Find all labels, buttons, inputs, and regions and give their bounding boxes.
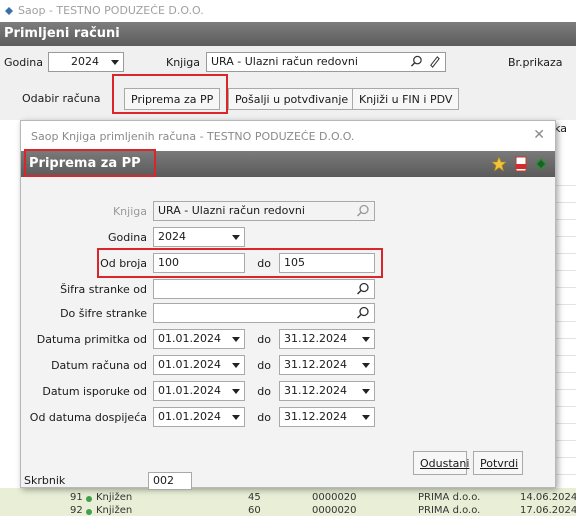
dat-primitka-do-select[interactable]: 31.12.2024 bbox=[279, 329, 375, 349]
godina-label: Godina bbox=[107, 231, 147, 244]
knjizi-button[interactable]: Knjiži u FIN i PDV bbox=[352, 88, 460, 110]
window-title-text: Saop - TESTNO PODUZEĆE D.O.O. bbox=[18, 4, 204, 17]
dat-dospijeca-do-select[interactable]: 31.12.2024 bbox=[279, 407, 375, 427]
cell-date: 14.06.2024 bbox=[520, 492, 576, 503]
skrbnik-input[interactable]: 002 bbox=[148, 472, 192, 490]
knjiga-value: URA - Ulazni račun redovni bbox=[211, 55, 358, 68]
status-dot-icon bbox=[86, 509, 92, 515]
do-label: do bbox=[257, 385, 271, 398]
date-from-value: 01.01.2024 bbox=[158, 410, 221, 423]
dat-isporuke-do-select[interactable]: 31.12.2024 bbox=[279, 381, 375, 401]
table-row[interactable]: 92 Knjižen 60 0000020 PRIMA d.o.o. 17.06.2024 bbox=[0, 505, 576, 519]
chevron-down-icon bbox=[232, 415, 240, 420]
page-title: Primljeni računi bbox=[0, 22, 576, 46]
chevron-down-icon bbox=[232, 337, 240, 342]
search-icon[interactable] bbox=[356, 282, 370, 296]
do-label: do bbox=[257, 411, 271, 424]
odustani-label: Odustani bbox=[420, 457, 470, 470]
dat-racuna-do-select[interactable]: 31.12.2024 bbox=[279, 355, 375, 375]
cell-c3: PRIMA d.o.o. bbox=[418, 505, 481, 516]
chevron-down-icon bbox=[362, 389, 370, 394]
godina-value: 2024 bbox=[158, 230, 186, 243]
pencil-icon[interactable] bbox=[428, 55, 441, 68]
godina-value: 2024 bbox=[71, 55, 99, 68]
knjiga-field-value: URA - Ulazni račun redovni bbox=[158, 204, 305, 217]
skrbnik-label: Skrbnik bbox=[24, 474, 66, 487]
godina-label: Godina bbox=[4, 56, 44, 69]
dat-isporuke-label: Datum isporuke od bbox=[42, 385, 147, 398]
date-from-value: 01.01.2024 bbox=[158, 332, 221, 345]
cell-c3: PRIMA d.o.o. bbox=[418, 492, 481, 503]
cell-c2: 0000020 bbox=[312, 492, 357, 503]
dat-racuna-od-select[interactable]: 01.01.2024 bbox=[153, 355, 245, 375]
chevron-down-icon bbox=[362, 415, 370, 420]
dat-racuna-label: Datum računa od bbox=[51, 359, 147, 372]
window-title: Saop - TESTNO PODUZEĆE D.O.O. bbox=[0, 0, 576, 22]
knjiga-label: Knjiga bbox=[112, 205, 147, 218]
status-dot-icon bbox=[86, 496, 92, 502]
do-sifre-label: Do šifre stranke bbox=[60, 307, 147, 320]
cell-date: 17.06.2024 bbox=[520, 505, 576, 516]
potvrdi-label: Potvrdi bbox=[480, 457, 519, 470]
priprema-dialog: Saop Knjiga primljenih računa - TESTNO P… bbox=[20, 120, 556, 488]
dat-primitka-label: Datuma primitka od bbox=[36, 333, 147, 346]
odabir-racuna-button[interactable]: Odabir računa bbox=[16, 88, 106, 110]
date-to-value: 31.12.2024 bbox=[284, 358, 347, 371]
do-label: do bbox=[257, 333, 271, 346]
search-icon bbox=[356, 204, 369, 217]
sifra-od-input[interactable] bbox=[153, 279, 375, 299]
chevron-down-icon bbox=[111, 60, 119, 65]
date-from-value: 01.01.2024 bbox=[158, 358, 221, 371]
exit-icon[interactable] bbox=[533, 156, 549, 172]
highlight-priprema-button bbox=[112, 74, 228, 114]
cell-c2: 0000020 bbox=[312, 505, 357, 516]
do-sifre-input[interactable] bbox=[153, 303, 375, 323]
chevron-down-icon bbox=[232, 389, 240, 394]
cell-num: 91 bbox=[70, 492, 83, 503]
cell-name: Knjižen bbox=[96, 505, 133, 516]
br-prikaza-label: Br.prikaza bbox=[508, 56, 563, 69]
godina-select[interactable]: 2024 bbox=[48, 52, 124, 72]
chevron-down-icon bbox=[232, 235, 240, 240]
star-icon[interactable] bbox=[491, 156, 507, 172]
highlight-dialog-header bbox=[24, 149, 156, 177]
dialog-title: Saop Knjiga primljenih računa - TESTNO P… bbox=[21, 121, 555, 151]
date-to-value: 31.12.2024 bbox=[284, 410, 347, 423]
skrbnik-row: Skrbnik 002 bbox=[20, 472, 556, 492]
search-icon[interactable] bbox=[356, 306, 370, 320]
dat-primitka-od-select[interactable]: 01.01.2024 bbox=[153, 329, 245, 349]
sifra-od-label: Šifra stranke od bbox=[60, 283, 147, 296]
knjiga-label: Knjiga bbox=[166, 56, 201, 69]
table-row[interactable]: 91 Knjižen 45 0000020 PRIMA d.o.o. 14.06.2024 bbox=[0, 492, 576, 506]
date-from-value: 01.01.2024 bbox=[158, 384, 221, 397]
search-icon[interactable] bbox=[410, 55, 423, 68]
posalji-button[interactable]: Pošalji u potvđivanje bbox=[228, 88, 356, 110]
cell-c1: 60 bbox=[248, 505, 261, 516]
cell-c1: 45 bbox=[248, 492, 261, 503]
chevron-down-icon bbox=[362, 337, 370, 342]
dat-dospijeca-od-select[interactable]: 01.01.2024 bbox=[153, 407, 245, 427]
dat-dospijeca-label: Od datuma dospijeća bbox=[29, 411, 147, 424]
knjiga-field: URA - Ulazni račun redovni bbox=[153, 201, 375, 221]
filter-bar: Godina 2024 Knjiga URA - Ulazni račun re… bbox=[0, 46, 576, 80]
app-icon bbox=[5, 7, 13, 15]
knjiga-input[interactable]: URA - Ulazni račun redovni bbox=[206, 52, 446, 72]
action-toolbar: Odabir računa Priprema za PP Pošalji u p… bbox=[0, 80, 576, 120]
do-label: do bbox=[257, 359, 271, 372]
close-icon[interactable]: ✕ bbox=[533, 127, 545, 143]
cell-name: Knjižen bbox=[96, 492, 133, 503]
dat-isporuke-od-select[interactable]: 01.01.2024 bbox=[153, 381, 245, 401]
cell-num: 92 bbox=[70, 505, 83, 516]
chevron-down-icon bbox=[232, 363, 240, 368]
godina-select[interactable]: 2024 bbox=[153, 227, 245, 247]
date-to-value: 31.12.2024 bbox=[284, 384, 347, 397]
highlight-broj-range bbox=[97, 248, 383, 278]
pdf-icon[interactable] bbox=[513, 156, 529, 172]
date-to-value: 31.12.2024 bbox=[284, 332, 347, 345]
chevron-down-icon bbox=[362, 363, 370, 368]
